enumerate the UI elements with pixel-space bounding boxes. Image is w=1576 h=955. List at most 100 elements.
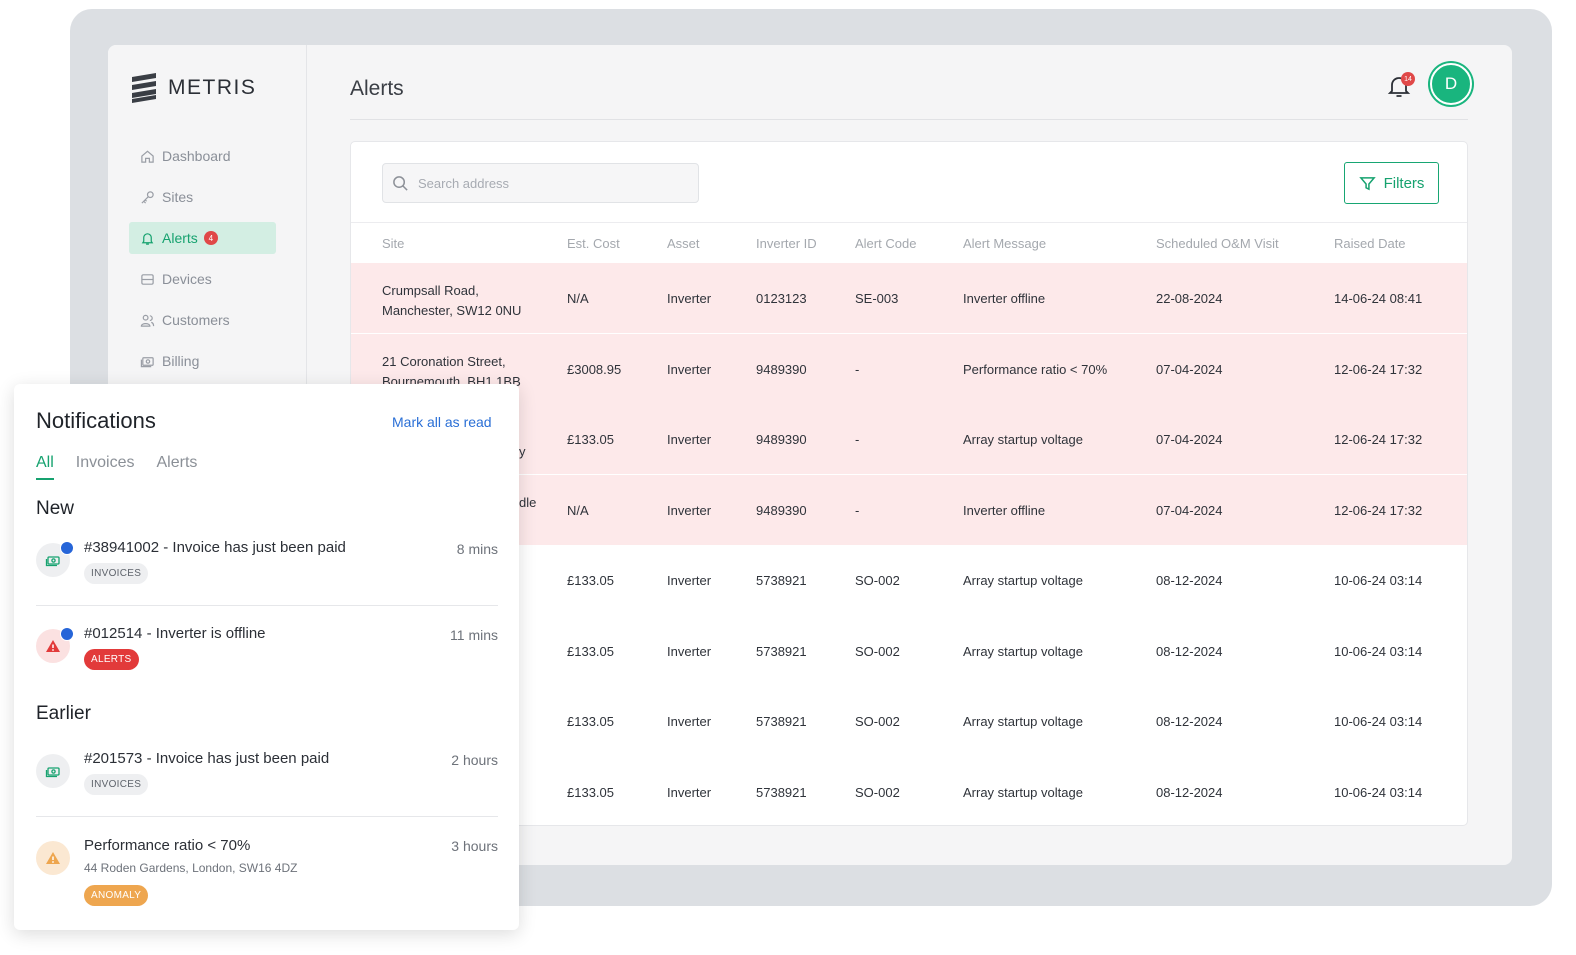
notifications-panel: Notifications Mark all as read All Invoi… [14, 384, 519, 930]
avatar[interactable]: D [1430, 63, 1472, 105]
cell-inverter-id: 5738921 [756, 573, 807, 588]
cell-scheduled-visit: 08-12-2024 [1156, 643, 1223, 659]
brand-name: METRIS [168, 76, 257, 99]
tab-all[interactable]: All [36, 454, 54, 480]
cell-alert-message: Inverter offline [963, 502, 1046, 518]
cell-raised-date: 12-06-24 17:32 [1334, 432, 1423, 447]
sidebar-item-label: Alerts [162, 230, 198, 246]
mark-all-read-link[interactable]: Mark all as read [392, 414, 492, 430]
filters-button[interactable]: Filters [1344, 162, 1439, 204]
tab-alerts[interactable]: Alerts [156, 454, 197, 480]
cell-alert-code: SO-002 [855, 573, 900, 588]
column-header-scheduled-visit[interactable]: Scheduled O&M Visit [1156, 236, 1279, 251]
cell-inverter-id: 9489390 [756, 502, 807, 518]
cell-est-cost: £133.05 [567, 573, 614, 588]
sidebar-item-alerts[interactable]: Alerts 4 [129, 222, 276, 254]
cell-raised-date: 10-06-24 03:14 [1334, 784, 1423, 800]
sidebar-item-label: Customers [162, 312, 230, 328]
cell-alert-code: SO-002 [855, 784, 900, 800]
cell-raised-date: 10-06-24 03:14 [1334, 714, 1423, 729]
category-chip: INVOICES [84, 563, 149, 584]
cell-raised-date: 14-06-24 08:41 [1334, 291, 1423, 306]
notifications-count-badge: 14 [1401, 72, 1415, 86]
notification-item[interactable]: Performance ratio < 70% 44 Roden Gardens… [36, 837, 498, 909]
column-header-alert-code[interactable]: Alert Code [855, 236, 916, 251]
cell-scheduled-visit: 22-08-2024 [1156, 291, 1223, 306]
cash-icon [45, 767, 60, 778]
column-header-est-cost[interactable]: Est. Cost [567, 236, 620, 251]
bell-icon [141, 232, 154, 245]
cell-inverter-id: 5738921 [756, 784, 807, 800]
warning-icon [46, 640, 60, 652]
cell-asset: Inverter [667, 573, 712, 588]
notification-icon [36, 754, 70, 788]
cell-alert-message: Array startup voltage [963, 784, 1083, 800]
cell-alert-code: SO-002 [855, 643, 900, 659]
notification-time: 2 hours [451, 752, 498, 768]
cell-site: y [519, 422, 526, 462]
sidebar-item-dashboard[interactable]: Dashboard [129, 140, 276, 172]
cell-inverter-id: 0123123 [756, 291, 807, 306]
cell-raised-date: 10-06-24 03:14 [1334, 643, 1423, 659]
sidebar-nav: Dashboard Sites Alerts 4 Devices Custome… [129, 140, 276, 386]
device-icon [141, 273, 154, 285]
cell-site-line: y [519, 444, 526, 459]
notification-text: #012514 - Inverter is offline [84, 625, 266, 642]
notification-item[interactable]: #201573 - Invoice has just been paid 2 h… [36, 750, 498, 800]
sidebar-item-label: Sites [162, 189, 194, 205]
notification-text: Performance ratio < 70% [84, 837, 251, 854]
search-input[interactable] [416, 174, 680, 192]
alerts-count-badge: 4 [203, 231, 218, 245]
category-chip: ALERTS [84, 649, 139, 670]
cell-inverter-id: 9489390 [756, 432, 807, 447]
notification-time: 8 mins [456, 541, 498, 557]
cell-alert-message: Array startup voltage [963, 714, 1083, 729]
sidebar-item-billing[interactable]: Billing [129, 345, 276, 377]
key-icon [141, 190, 154, 204]
cell-scheduled-visit: 07-04-2024 [1156, 502, 1223, 518]
cell-alert-code: SE-003 [855, 291, 899, 306]
page-title: Alerts [350, 77, 404, 100]
sidebar-item-sites[interactable]: Sites [129, 181, 276, 213]
table-header: Site Est. Cost Asset Inverter ID Alert C… [351, 222, 1467, 263]
table-row[interactable]: Crumpsall Road, Manchester, SW12 0NU N/A In… [351, 263, 1467, 333]
cell-asset: Inverter [667, 432, 712, 447]
cell-alert-message: Array startup voltage [963, 573, 1083, 588]
sidebar-item-customers[interactable]: Customers [129, 304, 276, 336]
cell-asset: Inverter [667, 643, 712, 659]
notification-item[interactable]: #012514 - Inverter is offline 11 mins AL… [36, 625, 498, 675]
cell-scheduled-visit: 07-04-2024 [1156, 432, 1223, 447]
cell-alert-code: SO-002 [855, 714, 900, 729]
notification-item[interactable]: #38941002 - Invoice has just been paid 8… [36, 539, 498, 589]
cell-site-line [519, 422, 526, 442]
cell-alert-message: Performance ratio < 70% [963, 361, 1108, 377]
sidebar-item-label: Dashboard [162, 148, 231, 164]
cell-raised-date: 12-06-24 17:32 [1334, 361, 1423, 377]
users-icon [140, 314, 155, 327]
cell-site: Crumpsall Road, Manchester, SW12 0NU [382, 281, 521, 321]
cell-site-line [519, 513, 536, 533]
column-header-alert-message[interactable]: Alert Message [963, 236, 1046, 251]
cell-alert-message: Inverter offline [963, 291, 1046, 306]
cell-inverter-id: 9489390 [756, 361, 807, 377]
notification-time: 3 hours [451, 838, 498, 854]
column-header-inverter-id[interactable]: Inverter ID [756, 236, 817, 251]
cell-est-cost: £133.05 [567, 784, 614, 800]
notification-text: #38941002 - Invoice has just been paid [84, 539, 346, 556]
warning-icon [46, 852, 60, 864]
section-heading-new: New [36, 498, 75, 519]
column-header-raised-date[interactable]: Raised Date [1334, 236, 1406, 251]
logo[interactable]: METRIS [130, 73, 256, 103]
cell-alert-message: Array startup voltage [963, 643, 1083, 659]
cell-scheduled-visit: 08-12-2024 [1156, 573, 1223, 588]
section-heading-earlier: Earlier [36, 703, 91, 724]
category-chip: ANOMALY [84, 885, 149, 906]
cell-raised-date: 10-06-24 03:14 [1334, 573, 1423, 588]
column-header-site[interactable]: Site [382, 236, 404, 251]
tab-invoices[interactable]: Invoices [76, 454, 135, 480]
cell-est-cost: £3008.95 [567, 361, 622, 377]
sidebar-item-devices[interactable]: Devices [129, 263, 276, 295]
filters-button-label: Filters [1383, 174, 1425, 192]
cell-alert-code: - [855, 502, 860, 518]
column-header-asset[interactable]: Asset [667, 236, 700, 251]
